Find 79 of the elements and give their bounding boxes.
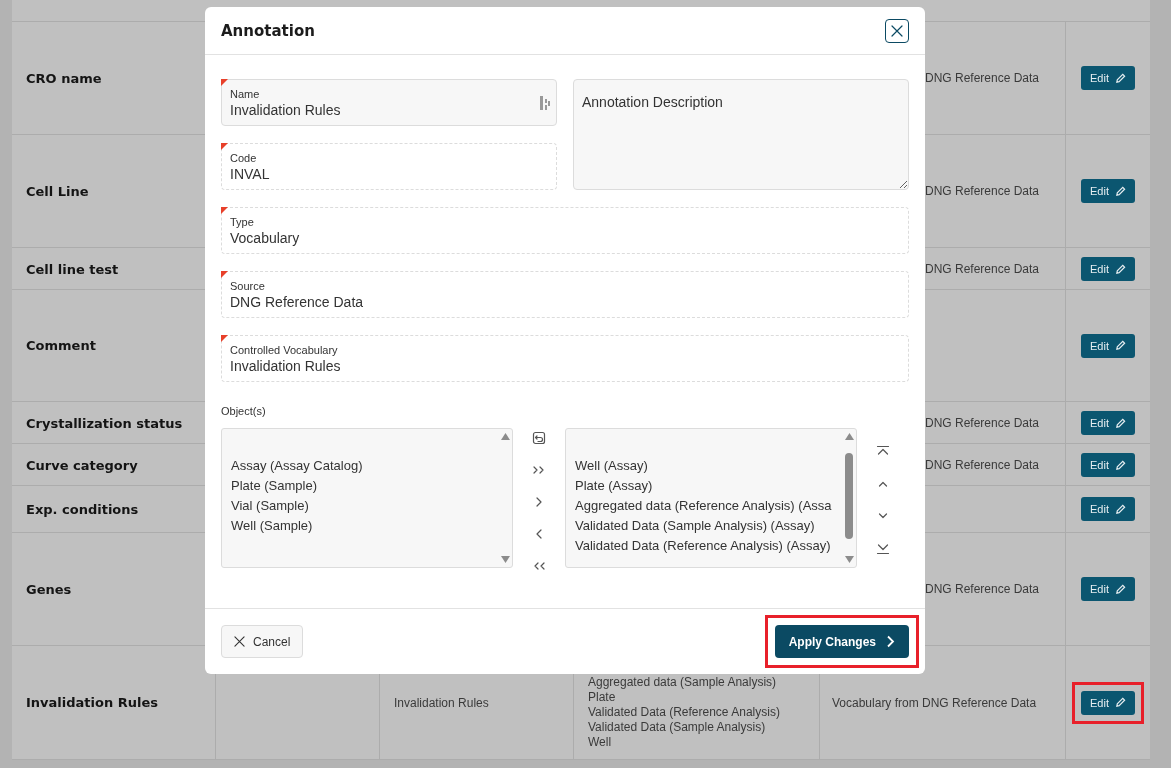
pencil-icon bbox=[1115, 503, 1126, 515]
field-label: Name bbox=[230, 88, 261, 100]
table-cell-line: Well bbox=[588, 735, 613, 750]
table-cell: DNG Reference Data bbox=[925, 458, 1040, 472]
move-to-bottom-icon bbox=[876, 541, 890, 555]
field-value: Invalidation Rules bbox=[230, 102, 342, 118]
edit-button[interactable]: Edit bbox=[1081, 333, 1135, 358]
edit-button[interactable]: Edit bbox=[1081, 690, 1135, 715]
close-icon bbox=[234, 636, 245, 647]
field-value: Invalidation Rules bbox=[230, 358, 342, 374]
list-option[interactable]: Well (Assay) bbox=[575, 456, 840, 476]
row-name: Exp. conditions bbox=[26, 501, 139, 517]
edit-button[interactable]: Edit bbox=[1081, 257, 1135, 281]
scroll-down-icon[interactable] bbox=[500, 556, 510, 563]
pencil-icon bbox=[1115, 417, 1126, 429]
field-value: DNG Reference Data bbox=[230, 294, 365, 310]
cancel-button[interactable]: Cancel bbox=[221, 625, 304, 658]
pencil-icon bbox=[1115, 72, 1126, 84]
row-name: Genes bbox=[26, 581, 72, 597]
list-option[interactable]: Plate (Sample) bbox=[231, 476, 496, 496]
row-name: Invalidation Rules bbox=[26, 695, 158, 710]
scrollbar-thumb[interactable] bbox=[845, 453, 853, 539]
table-cell: DNG Reference Data bbox=[925, 184, 1040, 198]
lookup-icon[interactable] bbox=[540, 96, 550, 110]
edit-button[interactable]: Edit bbox=[1081, 497, 1135, 521]
list-option[interactable]: Aggregated data (Reference Analysis) (Assa bbox=[575, 496, 840, 516]
pencil-icon bbox=[1115, 697, 1126, 708]
field-value: Vocabulary bbox=[230, 230, 301, 246]
apply-button[interactable]: Apply Changes bbox=[774, 625, 909, 658]
field-label: Type bbox=[230, 216, 255, 228]
row-name: Cell Line bbox=[26, 183, 89, 199]
table-cell: Invalidation Rules bbox=[394, 695, 489, 710]
field-label: Code bbox=[230, 152, 258, 164]
objects-label: Object(s) bbox=[221, 405, 267, 417]
table-cell-line: Aggregated data (Sample Analysis) bbox=[588, 675, 778, 690]
undo-icon bbox=[532, 431, 546, 445]
list-option[interactable]: Validated Data (Sample Analysis) (Assay) bbox=[575, 516, 840, 536]
row-name: Curve category bbox=[26, 457, 138, 473]
list-option[interactable]: Vial (Sample) bbox=[231, 496, 496, 516]
table-cell: DNG Reference Data bbox=[925, 262, 1040, 276]
row-name: Crystallization status bbox=[26, 415, 183, 431]
close-icon bbox=[891, 24, 903, 37]
table-cell: Vocabulary from DNG Reference Data bbox=[832, 695, 1037, 710]
chevron-right-icon bbox=[886, 635, 895, 648]
pencil-icon bbox=[1115, 263, 1126, 275]
row-name: CRO name bbox=[26, 70, 102, 86]
close-button[interactable] bbox=[885, 18, 909, 43]
field-label: Controlled Vocabulary bbox=[230, 344, 339, 356]
edit-button[interactable]: Edit bbox=[1081, 453, 1135, 477]
table-cell: DNG Reference Data bbox=[925, 416, 1040, 430]
pencil-icon bbox=[1115, 340, 1126, 351]
table-cell: DNG Reference Data bbox=[925, 71, 1040, 85]
pencil-icon bbox=[1115, 459, 1126, 471]
scroll-down-icon[interactable] bbox=[844, 556, 854, 563]
table-cell: DNG Reference Data bbox=[925, 582, 1040, 596]
field-label: Source bbox=[230, 280, 266, 292]
edit-button[interactable]: Edit bbox=[1081, 66, 1135, 90]
table-cell-line: Validated Data (Reference Analysis) bbox=[588, 705, 780, 720]
row-name: Comment bbox=[26, 338, 96, 353]
scroll-up-icon[interactable] bbox=[500, 433, 510, 440]
description-field[interactable]: Annotation Description bbox=[573, 79, 909, 190]
pencil-icon bbox=[1115, 583, 1126, 595]
edit-button[interactable]: Edit bbox=[1081, 411, 1135, 435]
available-list[interactable]: Assay (Assay Catalog) Plate (Sample) Vial (Sample) Well (Sample) bbox=[221, 428, 513, 568]
row-name: Cell line test bbox=[26, 261, 119, 277]
edit-button[interactable]: Edit bbox=[1081, 179, 1135, 203]
scroll-up-icon[interactable] bbox=[844, 433, 854, 440]
edit-button[interactable]: Edit bbox=[1081, 577, 1135, 601]
table-cell-line: Validated Data (Sample Analysis) bbox=[588, 720, 767, 735]
selected-list[interactable]: Well (Assay) Plate (Assay) Aggregated data (Reference Analysis) (Assa Validated Data (Sample Analysis) (Assay) Validated Data (Reference Analysis) (Assay) bbox=[565, 428, 857, 568]
pencil-icon bbox=[1115, 185, 1126, 197]
name-field[interactable]: Name Invalidation Rules bbox=[221, 79, 557, 126]
table-cell-line: Plate bbox=[588, 690, 617, 705]
list-option[interactable]: Plate (Assay) bbox=[575, 476, 840, 496]
list-option[interactable]: Validated Data (Reference Analysis) (Assay) bbox=[575, 536, 840, 556]
list-option[interactable]: Well (Sample) bbox=[231, 516, 496, 536]
dialog-title: Annotation bbox=[221, 21, 315, 40]
field-value: INVAL bbox=[230, 166, 271, 182]
list-option[interactable]: Assay (Assay Catalog) bbox=[231, 456, 496, 476]
